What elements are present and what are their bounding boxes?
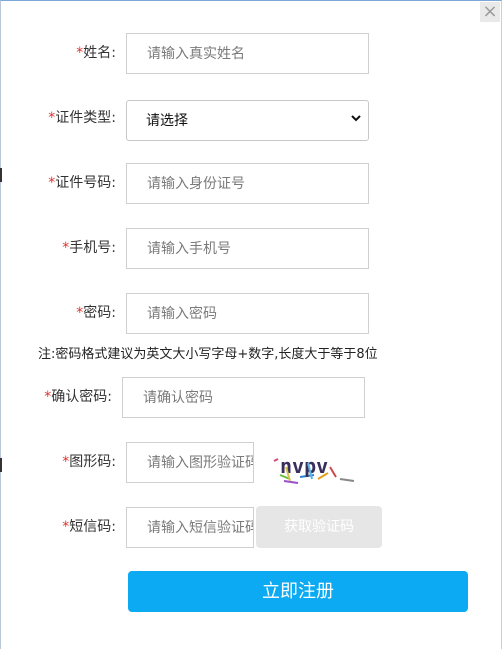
chevron-down-icon bbox=[351, 115, 361, 122]
phone-input[interactable] bbox=[126, 228, 369, 269]
phone-label: *手机号: bbox=[62, 240, 116, 256]
captcha-input[interactable] bbox=[126, 442, 254, 483]
captcha-image[interactable]: nvpv bbox=[270, 449, 362, 487]
close-icon: × bbox=[482, 1, 498, 22]
left-edge-mark bbox=[0, 458, 2, 472]
password-label: *密码: bbox=[76, 305, 116, 321]
password-input[interactable] bbox=[126, 293, 369, 334]
get-sms-code-button[interactable]: 获取验证码 bbox=[256, 506, 382, 548]
id-type-selected: 请选择 bbox=[146, 113, 188, 129]
left-edge-mark bbox=[0, 168, 2, 182]
confirm-password-input[interactable] bbox=[122, 377, 365, 418]
name-label: *姓名: bbox=[76, 45, 116, 61]
id-type-label: *证件类型: bbox=[48, 110, 116, 126]
id-type-select[interactable]: 请选择 bbox=[126, 100, 369, 141]
name-input[interactable] bbox=[126, 33, 369, 74]
id-number-label: *证件号码: bbox=[48, 175, 116, 191]
id-number-input[interactable] bbox=[126, 163, 369, 204]
sms-code-label: *短信码: bbox=[62, 519, 116, 535]
close-button[interactable]: × bbox=[480, 2, 500, 22]
register-submit-button[interactable]: 立即注册 bbox=[128, 571, 468, 612]
confirm-password-label: *确认密码: bbox=[44, 389, 112, 405]
captcha-label: *图形码: bbox=[62, 454, 116, 470]
sms-code-input[interactable] bbox=[126, 507, 254, 548]
password-hint: 注:密码格式建议为英文大小写字母+数字,长度大于等于8位 bbox=[38, 347, 378, 362]
